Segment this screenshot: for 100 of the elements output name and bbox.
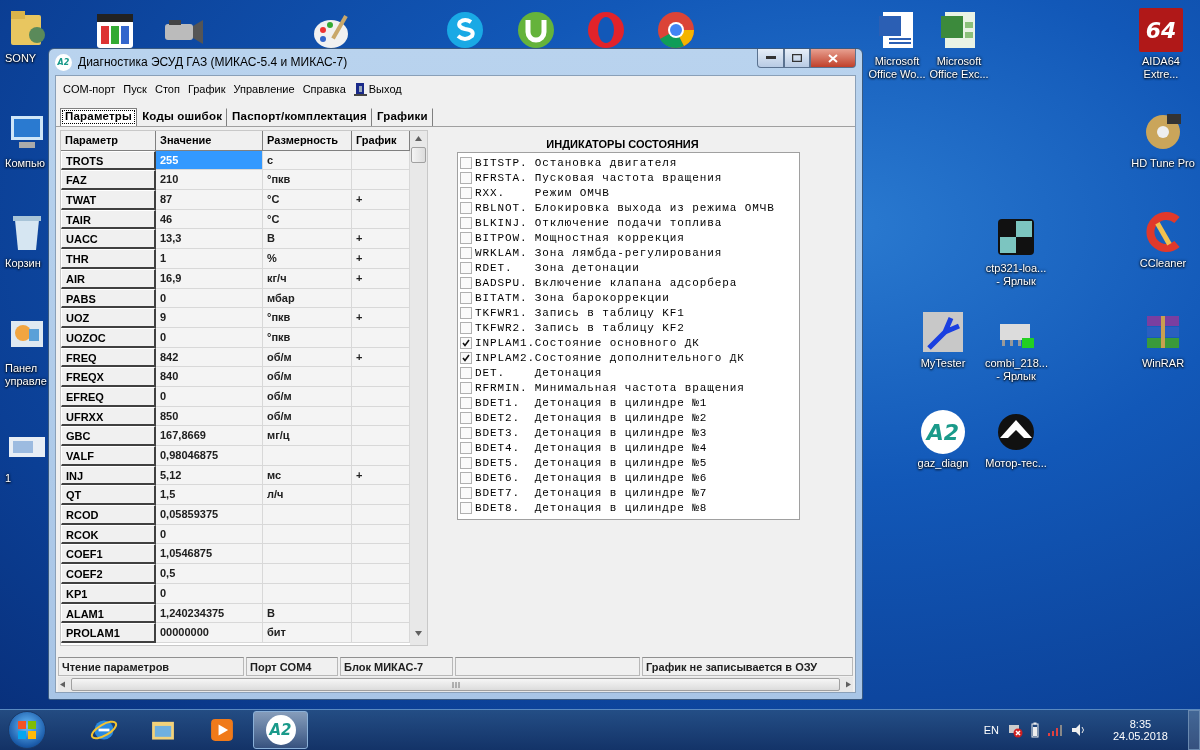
table-cell: 1,0546875 [156, 544, 263, 565]
icon-label[interactable]: 1 [5, 472, 12, 485]
icon-label[interactable]: Компью [5, 157, 46, 170]
speaker-icon[interactable] [1070, 723, 1087, 737]
status-pane: Порт COM4 [246, 657, 338, 676]
tab[interactable]: Параметры [60, 108, 138, 126]
checkbox[interactable] [460, 306, 472, 319]
checkbox[interactable] [460, 501, 472, 514]
checkbox[interactable] [460, 171, 472, 184]
icon-label[interactable]: gaz_diagn [912, 457, 974, 470]
checkbox[interactable] [460, 216, 472, 229]
menu-item[interactable]: Управление [230, 82, 298, 96]
row-header: TROTS [61, 150, 156, 171]
checkbox[interactable] [460, 231, 472, 244]
scrollbar-thumb[interactable] [411, 147, 426, 163]
menu-item[interactable]: Выход [350, 81, 405, 97]
icon-label[interactable]: CCleaner [1130, 257, 1196, 270]
icon-label[interactable]: Корзин [5, 257, 41, 270]
checkbox[interactable] [460, 276, 472, 289]
checkbox[interactable] [460, 411, 472, 424]
clock-date[interactable]: 24.05.2018 [1112, 730, 1168, 742]
scroll-up-icon[interactable] [414, 135, 423, 142]
scroll-right-icon[interactable] [844, 681, 853, 688]
checkbox[interactable] [460, 156, 472, 169]
icon-label[interactable]: combi_218... - Ярлык [985, 357, 1047, 383]
menu-item[interactable]: Справка [299, 82, 349, 96]
panel-title: ИНДИКАТОРЫ СОСТОЯНИЯ [546, 138, 699, 150]
table-cell: 13,3 [156, 229, 263, 250]
network-error-icon[interactable] [1006, 722, 1023, 738]
table-cell: 0 [156, 288, 263, 309]
checkbox[interactable] [460, 336, 472, 349]
icon-label[interactable]: HD Tune Pro [1130, 157, 1196, 170]
checkbox[interactable] [460, 396, 472, 409]
menu-item[interactable]: Стоп [151, 82, 183, 96]
indicator-text: Остановка двигателя [534, 156, 678, 169]
column-header[interactable]: Значение [156, 131, 263, 151]
table-cell: + [352, 249, 410, 269]
indicator-text: Минимальная частота вращения [534, 381, 745, 394]
menu-item[interactable]: COM-порт [60, 82, 119, 96]
checkbox[interactable] [460, 261, 472, 274]
indicator-text: Зона барокоррекции [534, 291, 670, 304]
column-header[interactable]: Параметр [61, 131, 156, 151]
icon-label[interactable]: Панел управле [5, 362, 47, 388]
checkbox[interactable] [460, 441, 472, 454]
row-header: COEF1 [61, 544, 156, 565]
checkbox[interactable] [460, 321, 472, 334]
indicator-text: Детонация в цилиндре №4 [534, 441, 708, 454]
column-header[interactable]: Размерность [263, 131, 352, 151]
table-cell: кг/ч [263, 268, 352, 289]
minimize-button[interactable] [757, 49, 784, 68]
show-desktop-button[interactable] [1188, 710, 1200, 750]
menu-item[interactable]: График [184, 82, 229, 96]
checkbox[interactable] [460, 471, 472, 484]
row-header: GBC [61, 426, 156, 446]
clock-time[interactable]: 8:35 [1129, 718, 1152, 730]
indicator-code: BDET3. [475, 426, 521, 439]
scrollbar-thumb[interactable] [71, 678, 840, 691]
maximize-button[interactable] [784, 49, 810, 68]
icon-label[interactable]: WinRAR [1130, 357, 1196, 370]
menu-item[interactable]: Пуск [120, 82, 150, 96]
start-button[interactable] [8, 711, 46, 749]
table-cell: + [352, 308, 410, 328]
icon-label[interactable]: Microsoft Office Wo... [866, 55, 928, 81]
indicator-text: Пусковая частота вращения [534, 171, 723, 184]
scroll-down-icon[interactable] [414, 630, 423, 637]
table-cell: °пкв [263, 308, 352, 328]
table-cell: мг/ц [263, 426, 352, 446]
indicator-text: Режим ОМЧВ [534, 186, 610, 199]
checkbox[interactable] [460, 456, 472, 469]
table-cell: бит [263, 623, 352, 643]
table-cell: + [352, 347, 410, 368]
icon-label[interactable]: ctp321-loa... - Ярлык [985, 262, 1047, 288]
indicator-text: Детонация в цилиндре №8 [534, 501, 708, 514]
checkbox[interactable] [460, 246, 472, 259]
column-header[interactable]: График [352, 131, 410, 151]
checkbox[interactable] [460, 291, 472, 304]
table-cell: °пкв [263, 327, 352, 348]
checkbox[interactable] [460, 486, 472, 499]
status-pane: Чтение параметров [58, 657, 244, 676]
close-button[interactable] [810, 49, 856, 68]
icon-label[interactable]: SONY [5, 52, 37, 65]
signal-icon[interactable] [1046, 723, 1063, 737]
language-indicator[interactable]: EN [983, 724, 999, 736]
table-cell: 850 [156, 406, 263, 427]
app-icon: A2 [55, 53, 72, 71]
row-header: EFREQ [61, 386, 156, 407]
battery-icon[interactable] [1030, 722, 1039, 738]
icon-label[interactable]: AIDA64 Extre... [1128, 55, 1194, 81]
checkbox[interactable] [460, 351, 472, 364]
checkbox[interactable] [460, 426, 472, 439]
checkbox[interactable] [460, 201, 472, 214]
icon-label[interactable]: MyTester [912, 357, 974, 370]
icon-label[interactable]: Мотор-тес... [985, 457, 1047, 470]
checkbox[interactable] [460, 186, 472, 199]
checkbox[interactable] [460, 381, 472, 394]
checkbox[interactable] [460, 366, 472, 379]
indicator-code: BDET6. [475, 471, 521, 484]
icon-label[interactable]: Microsoft Office Exc... [928, 55, 990, 81]
table-cell: с [263, 150, 352, 171]
scroll-left-icon[interactable] [58, 681, 67, 688]
